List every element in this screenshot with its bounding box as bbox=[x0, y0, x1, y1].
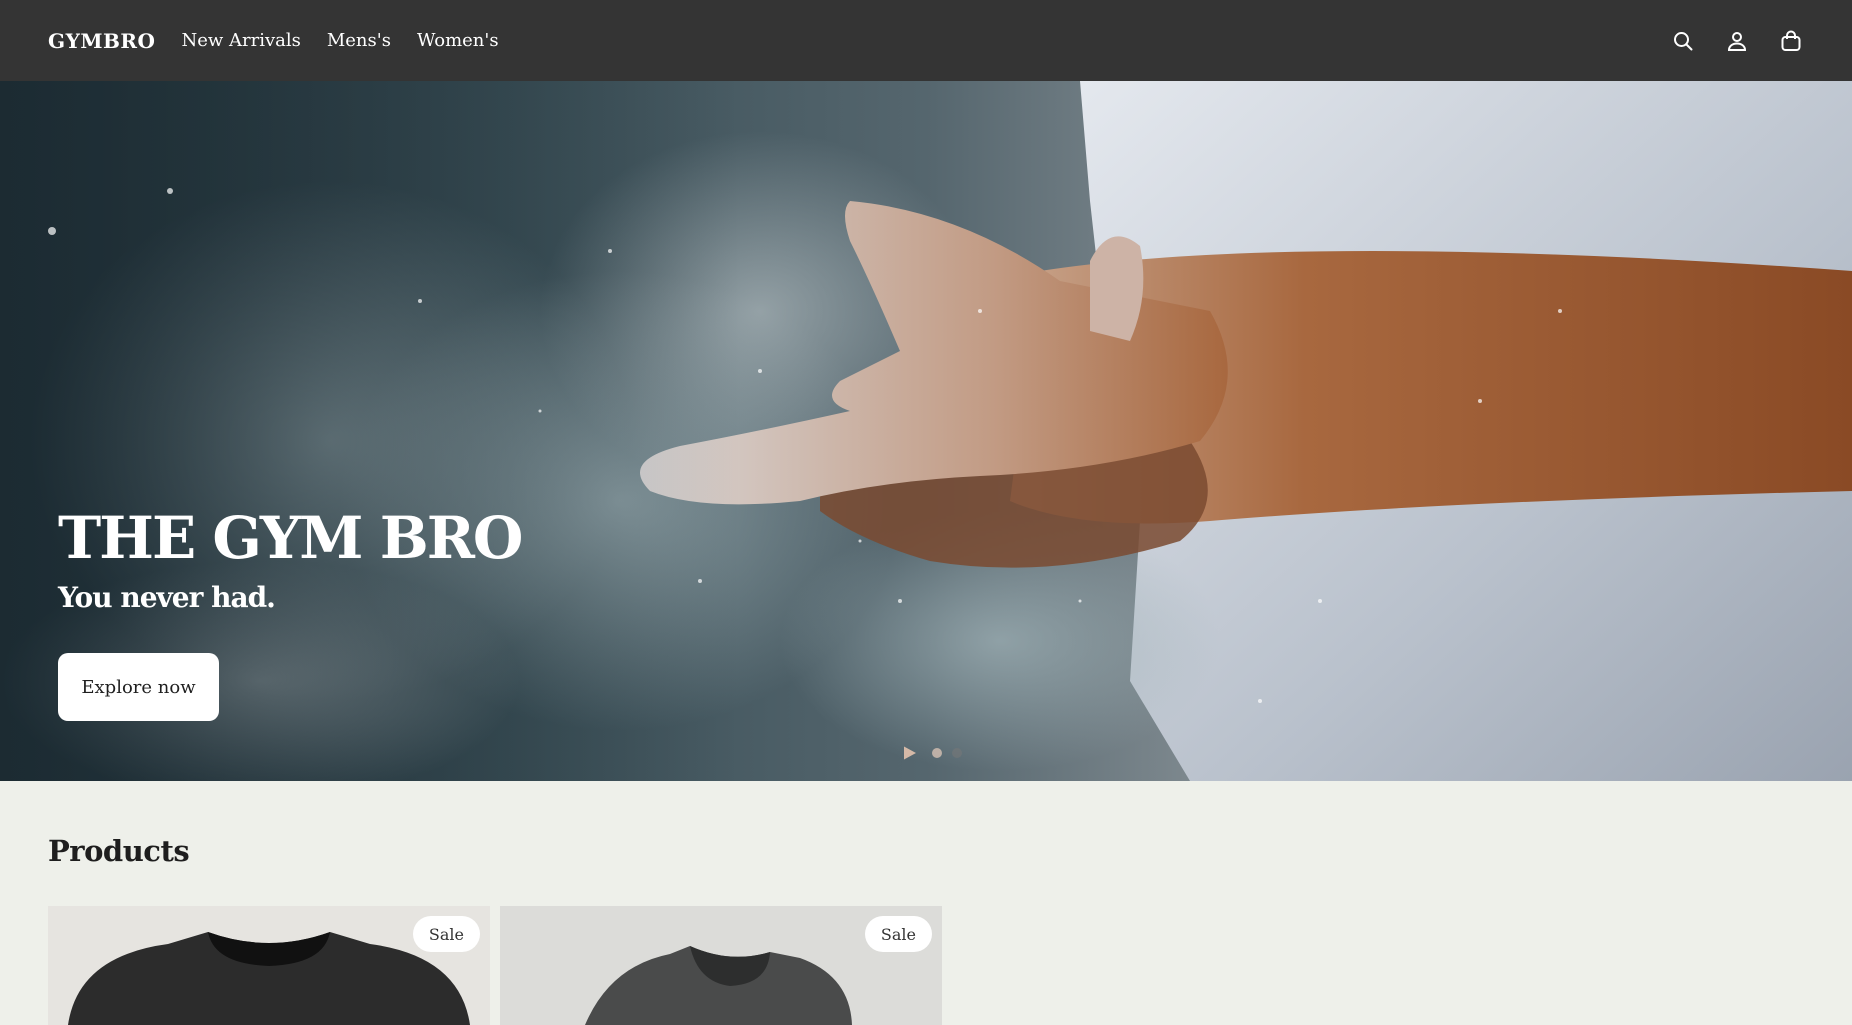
hero-title: THE GYM BRO bbox=[58, 504, 523, 572]
explore-now-button[interactable]: Explore now bbox=[58, 653, 219, 721]
site-header: GYMBRO New Arrivals Mens's Women's bbox=[0, 0, 1852, 81]
products-heading: Products bbox=[48, 834, 190, 868]
cart-icon[interactable] bbox=[1778, 28, 1804, 54]
hero-banner: THE GYM BRO You never had. Explore now bbox=[0, 81, 1852, 781]
nav-womens[interactable]: Women's bbox=[417, 30, 499, 51]
product-card[interactable]: Sale bbox=[48, 906, 490, 1025]
slideshow-controls bbox=[902, 745, 962, 761]
nav-mens[interactable]: Mens's bbox=[327, 30, 391, 51]
sale-badge: Sale bbox=[412, 916, 480, 952]
header-icons bbox=[1670, 28, 1804, 54]
slide-dot-1[interactable] bbox=[932, 748, 942, 758]
play-icon[interactable] bbox=[902, 745, 918, 761]
main-nav: New Arrivals Mens's Women's bbox=[181, 30, 498, 51]
hero-subtitle: You never had. bbox=[58, 581, 276, 614]
hero-image bbox=[0, 81, 1852, 781]
product-card[interactable]: Sale bbox=[500, 906, 942, 1025]
nav-new-arrivals[interactable]: New Arrivals bbox=[181, 30, 300, 51]
site-logo[interactable]: GYMBRO bbox=[48, 29, 155, 53]
sale-badge: Sale bbox=[864, 916, 932, 952]
slide-dot-2[interactable] bbox=[952, 748, 962, 758]
account-icon[interactable] bbox=[1724, 28, 1750, 54]
search-icon[interactable] bbox=[1670, 28, 1696, 54]
